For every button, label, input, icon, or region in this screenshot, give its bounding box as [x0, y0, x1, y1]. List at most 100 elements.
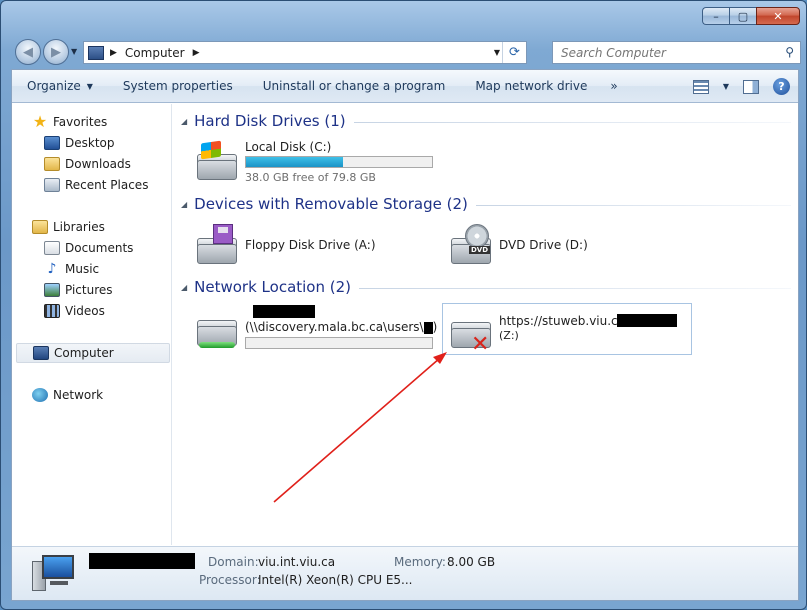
network-drive-tile-stuweb-z[interactable]: ✕ https://stuweb.viu.ca/ (Z:) [442, 303, 692, 356]
sidebar-item-computer[interactable]: Computer [16, 343, 170, 363]
sidebar-item-music[interactable]: ♪ Music [44, 259, 100, 279]
forward-button[interactable]: ▶ [43, 39, 69, 65]
system-properties-button[interactable]: System properties [108, 70, 248, 103]
domain-label: Domain: [208, 555, 259, 569]
sidebar-item-desktop[interactable]: Desktop [44, 133, 115, 153]
collapse-triangle-icon[interactable]: ◢ [181, 200, 187, 209]
drive-usage-bar [245, 337, 433, 349]
sidebar-item-label: Network [53, 388, 104, 402]
hard-disk-icon [193, 140, 239, 184]
processor-value: Intel(R) Xeon(R) CPU E5... [258, 573, 413, 587]
network-drive-tile-discovery[interactable]: (\\discovery.mala.bc.ca\users\) ... [193, 302, 453, 354]
drive-letter: (Z:) [499, 329, 519, 342]
arrow-right-icon: ▶ [51, 44, 61, 60]
network-icon [32, 388, 48, 402]
breadcrumb-computer[interactable]: Computer [125, 46, 185, 60]
arrow-left-icon: ◀ [23, 44, 33, 60]
search-input[interactable] [553, 42, 768, 63]
minimize-button[interactable]: – [702, 7, 729, 25]
drive-tile-dvd-d[interactable]: DVD DVD Drive (D:) [447, 220, 687, 272]
uninstall-program-button[interactable]: Uninstall or change a program [248, 70, 461, 103]
music-icon: ♪ [47, 261, 57, 277]
memory-value: 8.00 GB [447, 555, 496, 569]
redacted-drive-name [253, 305, 315, 318]
sidebar-item-libraries[interactable]: Libraries [32, 217, 105, 237]
sidebar-item-videos[interactable]: Videos [44, 301, 105, 321]
search-box[interactable]: ⚲ [552, 41, 801, 64]
collapse-triangle-icon[interactable]: ◢ [181, 117, 187, 126]
refresh-button[interactable]: ⟳ [502, 42, 526, 63]
domain-value: viu.int.viu.ca [258, 555, 336, 569]
recent-pages-dropdown[interactable]: ▼ [71, 47, 77, 56]
network-drive-icon [193, 306, 239, 350]
drive-path-text: (\\discovery.mala.bc.ca\users\ [245, 320, 424, 334]
floppy-drive-icon [193, 224, 239, 268]
sidebar-item-label: Documents [65, 241, 134, 255]
sidebar-item-label: Desktop [65, 136, 115, 150]
sidebar-item-label: Pictures [65, 283, 113, 297]
sidebar-item-favorites[interactable]: ★ Favorites [32, 112, 107, 132]
preview-pane-icon[interactable] [743, 79, 759, 94]
sidebar-item-downloads[interactable]: Downloads [44, 154, 131, 174]
group-divider [475, 205, 791, 206]
drive-tile-local-disk-c[interactable]: Local Disk (C:) 38.0 GB free of 79.8 GB [193, 136, 443, 188]
sidebar-item-pictures[interactable]: Pictures [44, 280, 113, 300]
more-commands-button[interactable]: » [602, 79, 625, 93]
navigation-pane: ★ Favorites Desktop Downloads Recent Pla… [12, 104, 172, 545]
content-pane: ◢ Hard Disk Drives (1) Local Disk (C:) 3… [173, 104, 798, 545]
group-header-network[interactable]: ◢ Network Location (2) [181, 276, 791, 298]
group-divider [359, 288, 791, 289]
disconnected-network-drive-icon: ✕ [447, 308, 493, 356]
processor-label: Processor: [199, 573, 261, 587]
dvd-drive-icon: DVD [447, 224, 493, 268]
sidebar-item-label: Videos [65, 304, 105, 318]
sidebar-item-label: Libraries [53, 220, 105, 234]
drive-usage-fill [246, 157, 344, 167]
back-button[interactable]: ◀ [15, 39, 41, 65]
breadcrumb-separator-icon[interactable]: ▶ [193, 48, 200, 58]
address-bar[interactable]: ▶ Computer ▶ ▼ ⟳ [83, 41, 527, 64]
computer-icon [33, 346, 49, 360]
group-header-hard-disk[interactable]: ◢ Hard Disk Drives (1) [181, 110, 791, 132]
libraries-icon [32, 220, 48, 234]
redacted-url-path [617, 314, 677, 327]
computer-icon [32, 553, 76, 593]
drive-free-space: 38.0 GB free of 79.8 GB [245, 171, 376, 184]
sidebar-item-recent-places[interactable]: Recent Places [44, 175, 148, 195]
address-dropdown-icon[interactable]: ▼ [494, 48, 500, 57]
sidebar-item-label: Downloads [65, 157, 131, 171]
breadcrumb-separator-icon[interactable]: ▶ [110, 48, 117, 58]
group-header-removable[interactable]: ◢ Devices with Removable Storage (2) [181, 193, 791, 215]
navigation-row: ◀ ▶ ▼ ▶ Computer ▶ ▼ ⟳ ⚲ [11, 37, 801, 67]
explorer-window: – ▢ ✕ ◀ ▶ ▼ ▶ Computer ▶ ▼ ⟳ ⚲ Organize … [0, 0, 807, 610]
change-view-icon[interactable] [692, 79, 709, 94]
red-x-icon: ✕ [471, 332, 490, 357]
drive-name: Local Disk (C:) [245, 140, 332, 154]
group-title: Hard Disk Drives (1) [194, 112, 346, 130]
command-bar: Organize ▼ System properties Uninstall o… [12, 70, 798, 103]
group-divider [353, 122, 791, 123]
sidebar-item-label: Music [65, 262, 100, 276]
collapse-triangle-icon[interactable]: ◢ [181, 283, 187, 292]
group-title: Network Location (2) [194, 278, 352, 296]
organize-label: Organize [27, 79, 81, 93]
map-network-drive-button[interactable]: Map network drive [460, 70, 602, 103]
maximize-button[interactable]: ▢ [729, 7, 756, 25]
drive-url: https://stuweb.viu.ca/ [499, 314, 630, 328]
drive-tile-floppy-a[interactable]: Floppy Disk Drive (A:) [193, 220, 433, 272]
pictures-icon [44, 283, 60, 297]
documents-icon [44, 241, 60, 255]
drive-name: Floppy Disk Drive (A:) [245, 238, 376, 252]
sidebar-item-network[interactable]: Network [32, 385, 103, 405]
drive-usage-bar [245, 156, 433, 168]
caption-buttons: – ▢ ✕ [702, 7, 800, 25]
redacted-computer-name [89, 553, 195, 569]
sidebar-item-documents[interactable]: Documents [44, 238, 133, 258]
close-button[interactable]: ✕ [756, 7, 800, 25]
recent-places-icon [44, 178, 60, 192]
help-icon[interactable]: ? [773, 78, 790, 95]
organize-button[interactable]: Organize ▼ [12, 70, 108, 103]
search-icon[interactable]: ⚲ [785, 45, 794, 59]
view-options-dropdown-icon[interactable]: ▼ [723, 82, 729, 91]
memory-label: Memory: [394, 555, 446, 569]
